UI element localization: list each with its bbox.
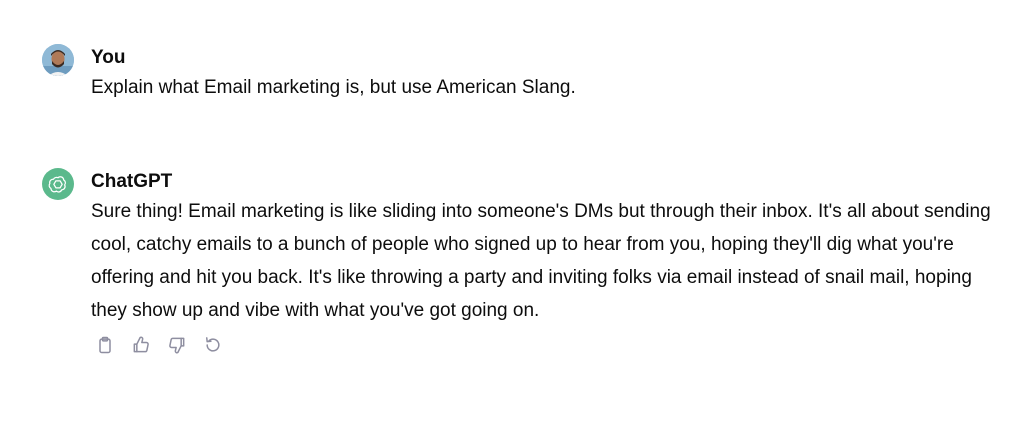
copy-button[interactable] bbox=[93, 333, 117, 357]
user-message-content: You Explain what Email marketing is, but… bbox=[91, 44, 576, 101]
assistant-name: ChatGPT bbox=[91, 171, 173, 192]
user-avatar-icon bbox=[42, 44, 74, 76]
chat-thread: You Explain what Email marketing is, but… bbox=[0, 0, 1024, 438]
thumbs-down-button[interactable] bbox=[165, 333, 189, 357]
regenerate-icon bbox=[206, 337, 220, 352]
assistant-message-text: Sure thing! Email marketing is like slid… bbox=[91, 201, 991, 321]
thumbs-up-icon bbox=[133, 336, 149, 353]
thumbs-down-icon bbox=[169, 337, 185, 354]
user-message: You Explain what Email marketing is, but… bbox=[42, 44, 1004, 101]
openai-logo-icon bbox=[48, 176, 66, 193]
regenerate-button[interactable] bbox=[201, 333, 225, 357]
assistant-message-content: ChatGPT Sure thing! Email marketing is l… bbox=[91, 168, 1004, 357]
clipboard-icon bbox=[99, 336, 111, 354]
assistant-avatar bbox=[42, 168, 74, 200]
thumbs-up-button[interactable] bbox=[129, 333, 153, 357]
message-actions bbox=[93, 333, 1004, 357]
user-name: You bbox=[91, 47, 126, 68]
assistant-message: ChatGPT Sure thing! Email marketing is l… bbox=[42, 168, 1004, 357]
user-message-text: Explain what Email marketing is, but use… bbox=[91, 77, 576, 98]
user-avatar bbox=[42, 44, 74, 76]
